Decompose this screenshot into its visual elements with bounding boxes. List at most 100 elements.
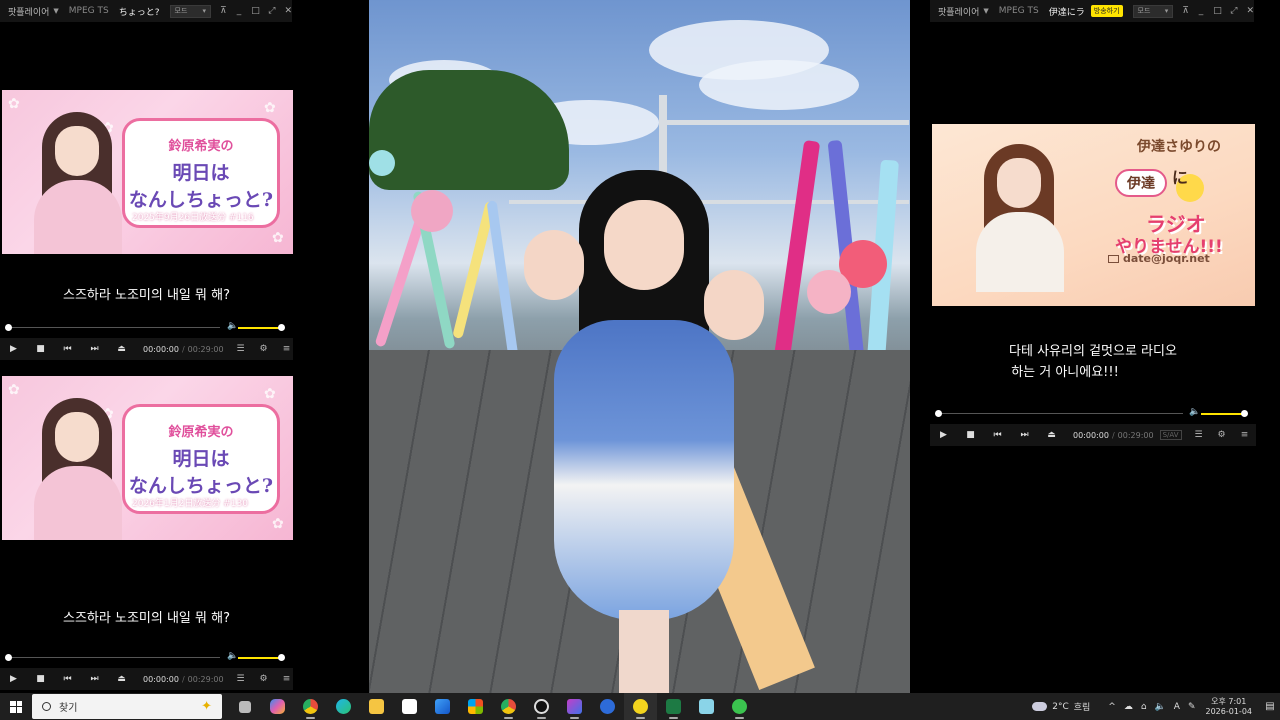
network-icon[interactable]: ⌂	[1141, 702, 1147, 712]
taskbar-search[interactable]: 찾기 ✦	[32, 694, 222, 719]
next-icon[interactable]: ⏭	[81, 344, 108, 354]
notes-icon[interactable]	[690, 693, 723, 720]
playlist-icon[interactable]: ☰	[235, 674, 247, 684]
video-thumbnail-bottom-left[interactable]: ✿ ✿ ✿ ✿ 鈴原希実の 明日は なんしちょっと? 2026年1月2日放送分 …	[2, 376, 293, 540]
stop-icon[interactable]: ■	[957, 430, 984, 440]
eject-icon[interactable]: ⏏	[108, 344, 135, 354]
seek-knob[interactable]	[5, 324, 12, 331]
potplayer-icon[interactable]	[624, 693, 657, 720]
video-thumbnail-top-left[interactable]: ✿ ✿ ✿ ✿ 鈴原希実の 明日は なんしちょっと? 2025年9月26日放送分…	[2, 90, 293, 254]
chevron-down-icon[interactable]: ▼	[53, 7, 58, 15]
mode-select[interactable]: 모드 ▾	[169, 4, 211, 18]
sav-label[interactable]: S/AV	[1159, 430, 1182, 440]
fullscreen-icon[interactable]: ⤢	[1230, 6, 1237, 16]
eject-icon[interactable]: ⏏	[1038, 430, 1065, 440]
pen-icon[interactable]: ✎	[1188, 702, 1196, 712]
previous-icon[interactable]: ⏮	[54, 344, 81, 354]
volume-slider[interactable]	[1201, 413, 1245, 415]
seek-knob[interactable]	[935, 410, 942, 417]
taskbar-clock[interactable]: 오후 7:01 2026-01-04	[1206, 697, 1253, 717]
input-language-icon[interactable]: A	[1174, 702, 1180, 712]
caption-line-1: 다테 사유리의 겉멋으로 라디오	[1009, 344, 1177, 359]
time-separator: /	[181, 674, 185, 684]
windows-apps-icon[interactable]	[459, 693, 492, 720]
player-controls: ▶ ■ ⏮ ⏭ ⏏ 00:00:00 / 00:29:00 ☰ ⚙ ≡	[0, 338, 293, 360]
seek-knob[interactable]	[5, 654, 12, 661]
volume-slider[interactable]	[238, 657, 282, 659]
program-title-line1: 鈴原希実の	[168, 424, 234, 440]
stop-icon[interactable]: ■	[27, 674, 54, 684]
task-view-icon[interactable]	[228, 693, 261, 720]
volume-icon[interactable]: 🔈	[227, 321, 238, 331]
clipchamp-icon[interactable]	[558, 693, 591, 720]
fullscreen-icon[interactable]: ⤢	[268, 6, 275, 16]
volume-slider[interactable]	[238, 327, 282, 329]
volume-knob[interactable]	[278, 654, 285, 661]
playlist-icon[interactable]: ☰	[235, 344, 247, 354]
gear-icon[interactable]: ⚙	[258, 344, 270, 354]
pin-icon[interactable]: ⊼	[1182, 6, 1189, 16]
player-app-menu[interactable]: 팟플레이어	[0, 5, 49, 18]
line-icon[interactable]	[723, 693, 756, 720]
player-app-menu[interactable]: 팟플레이어	[930, 5, 979, 18]
mode-select[interactable]: 모드 ▾	[1132, 4, 1174, 18]
speaker-icon[interactable]: 🔈	[1155, 702, 1166, 712]
player-controls: ▶ ■ ⏮ ⏭ ⏏ 00:00:00 / 00:29:00 S/AV ☰ ⚙ ≡	[930, 424, 1256, 446]
minimize-icon[interactable]: _	[1198, 6, 1204, 16]
pin-icon[interactable]: ⊼	[220, 6, 227, 16]
weather-temp: 2°C	[1052, 701, 1069, 712]
format-label: MPEG TS	[68, 6, 109, 16]
playlist-icon[interactable]: ☰	[1193, 430, 1205, 440]
file-explorer-icon[interactable]	[360, 693, 393, 720]
media-icon[interactable]	[426, 693, 459, 720]
next-icon[interactable]: ⏭	[1011, 430, 1038, 440]
flower-icon: ✿	[264, 100, 276, 116]
volume-knob[interactable]	[1241, 410, 1248, 417]
chrome-profile-icon[interactable]	[492, 693, 525, 720]
start-button[interactable]	[0, 693, 32, 720]
weather-widget[interactable]: 2°C 흐림	[1032, 700, 1090, 713]
duration: 00:29:00	[187, 674, 224, 684]
gear-icon[interactable]: ⚙	[1216, 430, 1228, 440]
onedrive-icon[interactable]: ☁	[1124, 702, 1133, 712]
eject-icon[interactable]: ⏏	[108, 674, 135, 684]
menu-icon[interactable]: ≡	[281, 674, 293, 684]
duration: 00:29:00	[187, 344, 224, 354]
excel-icon[interactable]	[657, 693, 690, 720]
copilot-spark-icon[interactable]: ✦	[201, 699, 212, 714]
volume-icon[interactable]: 🔈	[1189, 407, 1200, 417]
menu-icon[interactable]: ≡	[281, 344, 293, 354]
chevron-down-icon[interactable]: ▼	[983, 7, 988, 15]
seek-bar[interactable]	[8, 657, 220, 658]
obs-icon[interactable]	[525, 693, 558, 720]
play-icon[interactable]: ▶	[930, 430, 957, 440]
minimize-icon[interactable]: _	[236, 6, 243, 16]
chrome-icon[interactable]	[294, 693, 327, 720]
store-icon[interactable]	[393, 693, 426, 720]
maximize-icon[interactable]: □	[251, 6, 260, 16]
broadcast-badge[interactable]: 방송하기	[1090, 5, 1123, 17]
menu-icon[interactable]: ≡	[1239, 430, 1251, 440]
host-portrait	[30, 104, 125, 254]
stop-icon[interactable]: ■	[27, 344, 54, 354]
play-icon[interactable]: ▶	[0, 674, 27, 684]
next-icon[interactable]: ⏭	[81, 674, 108, 684]
notification-icon[interactable]: ▤	[1260, 701, 1280, 712]
chevron-up-icon[interactable]: ^	[1108, 702, 1116, 712]
seek-bar[interactable]	[8, 327, 220, 328]
seek-bar[interactable]	[938, 413, 1183, 414]
close-icon[interactable]: ✕	[1246, 6, 1254, 16]
copilot-icon[interactable]	[261, 693, 294, 720]
play-icon[interactable]: ▶	[0, 344, 27, 354]
maximize-icon[interactable]: □	[1213, 6, 1222, 16]
video-thumbnail-right[interactable]: 伊達さゆりの 伊達 に ラジオ やりません!!! date@joqr.net	[932, 124, 1255, 306]
volume-icon[interactable]: 🔈	[227, 651, 238, 661]
volume-knob[interactable]	[278, 324, 285, 331]
gear-icon[interactable]: ⚙	[258, 674, 270, 684]
previous-icon[interactable]: ⏮	[984, 430, 1011, 440]
globe-icon[interactable]	[591, 693, 624, 720]
previous-icon[interactable]: ⏮	[54, 674, 81, 684]
edge-icon[interactable]	[327, 693, 360, 720]
video-caption: 다테 사유리의 겉멋으로 라디오 하는 거 아니에요!!!	[930, 342, 1256, 384]
close-icon[interactable]: ✕	[284, 6, 292, 16]
